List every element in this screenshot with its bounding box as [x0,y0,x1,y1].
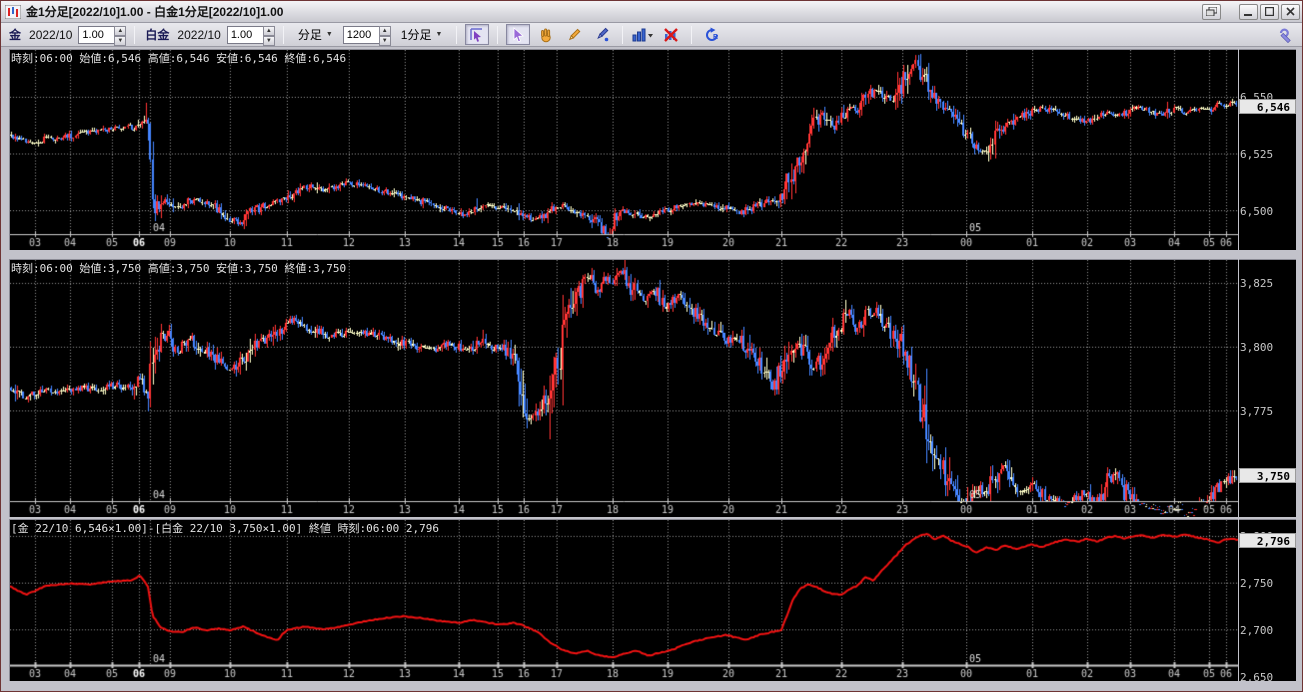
window-title: 金1分足[2022/10]1.00 - 白金1分足[2022/10]1.00 [26,5,284,19]
pen-tool-button[interactable] [590,24,614,45]
chart-type-button[interactable] [631,24,655,45]
cascade-icon [1206,7,1217,16]
gold-multiplier-spinner: ▲▼ [78,25,127,46]
platinum-last-price-badge: 3,750 [1239,468,1296,483]
toolbar-separator [134,25,136,44]
gold-chart-canvas[interactable] [9,49,1238,250]
settings-button[interactable] [1274,24,1298,45]
gold-multiplier-down-icon[interactable]: ▼ [114,35,127,46]
pencil-tool-button[interactable] [562,24,586,45]
gold-symbol-label: 金 [9,28,22,42]
maximize-icon [1265,7,1274,16]
y-axis-tick-label: 3,825 [1240,277,1274,290]
bar-count-up-icon[interactable]: ▲ [378,25,391,36]
y-axis-tick-label: 3,775 [1240,405,1274,418]
toolbar-separator [622,25,624,44]
chart-cursor-tool-button[interactable] [465,24,490,45]
chevron-down-icon: ▼ [325,31,333,38]
platinum-multiplier-input[interactable] [226,25,263,44]
platinum-multiplier-up-icon[interactable]: ▲ [262,25,275,36]
hand-icon [541,28,552,42]
chart-area: 時刻:06:00 始値:6,546 高値:6,546 安値:6,546 終値:6… [1,47,1302,691]
bar-count-input[interactable] [342,25,379,44]
close-button[interactable] [1281,3,1300,20]
platinum-multiplier-spinner: ▲▼ [226,25,275,46]
platinum-contract-month: 2022/10 [177,27,221,42]
refresh-icon: R [706,27,718,41]
y-axis-tick-label: 6,500 [1240,205,1274,218]
svg-text:R: R [713,34,718,41]
platinum-chart-canvas[interactable] [9,259,1238,517]
chevron-down-icon: ▼ [435,31,443,38]
spread-last-price-badge: 2,796 [1239,533,1296,548]
maximize-button[interactable] [1260,3,1279,20]
gold-last-price-badge: 6,546 [1239,99,1296,114]
bar-count-spinner: ▲▼ [342,25,391,46]
toolbar-separator [497,25,499,44]
pan-tool-button[interactable] [534,24,558,45]
platinum-multiplier-down-icon[interactable]: ▼ [262,35,275,46]
title-bar[interactable]: 金1分足[2022/10]1.00 - 白金1分足[2022/10]1.00 [1,1,1302,23]
toolbar-separator [691,25,693,44]
close-icon [1286,7,1295,16]
toolbar-separator [456,25,458,44]
spread-chart-canvas[interactable] [9,519,1238,681]
delete-chart-icon [664,27,679,42]
pen-icon [597,27,609,41]
toolbar: 金 2022/10 ▲▼ 白金 2022/10 ▲▼ 分足▼ ▲▼ 1分足▼ R [1,23,1302,47]
platinum-price-axis: 3,750 3,825 3,800 3,775 [1239,259,1296,517]
select-tool-button[interactable] [506,24,531,45]
y-axis-tick-label: 2,700 [1240,624,1274,637]
period-type-dropdown[interactable]: 分足 ▼ [292,25,339,45]
chart-cursor-icon [470,27,483,42]
app-window: 金1分足[2022/10]1.00 - 白金1分足[2022/10]1.00 金… [0,0,1303,692]
minimize-icon [1244,14,1252,16]
select-arrow-icon [513,26,525,42]
y-axis-tick-label: 2,650 [1240,671,1274,681]
y-axis-tick-label: 2,750 [1240,577,1274,590]
gold-multiplier-up-icon[interactable]: ▲ [114,25,127,36]
bar-count-down-icon[interactable]: ▼ [378,35,391,46]
spread-price-axis: 2,796 2,8002,7502,7002,650 [1239,519,1296,681]
pencil-icon [569,28,581,40]
platinum-symbol-label: 白金 [145,28,170,42]
reload-button[interactable]: R [700,24,724,45]
delete-indicator-button[interactable] [659,24,683,45]
gold-contract-month: 2022/10 [29,27,73,42]
y-axis-tick-label: 6,525 [1240,148,1274,161]
y-axis-tick-label: 3,800 [1240,341,1274,354]
gold-price-axis: 6,546 6,550 6,525 6,500 [1239,49,1296,250]
gold-multiplier-input[interactable] [78,25,115,44]
wrench-icon [1279,28,1291,43]
toolbar-separator [282,25,284,44]
cascade-windows-button[interactable] [1202,3,1221,20]
bar-chart-icon [632,28,654,41]
candlestick-chart-icon [5,4,21,19]
minimize-button[interactable] [1239,3,1258,20]
timeframe-dropdown[interactable]: 1分足 ▼ [395,25,449,45]
